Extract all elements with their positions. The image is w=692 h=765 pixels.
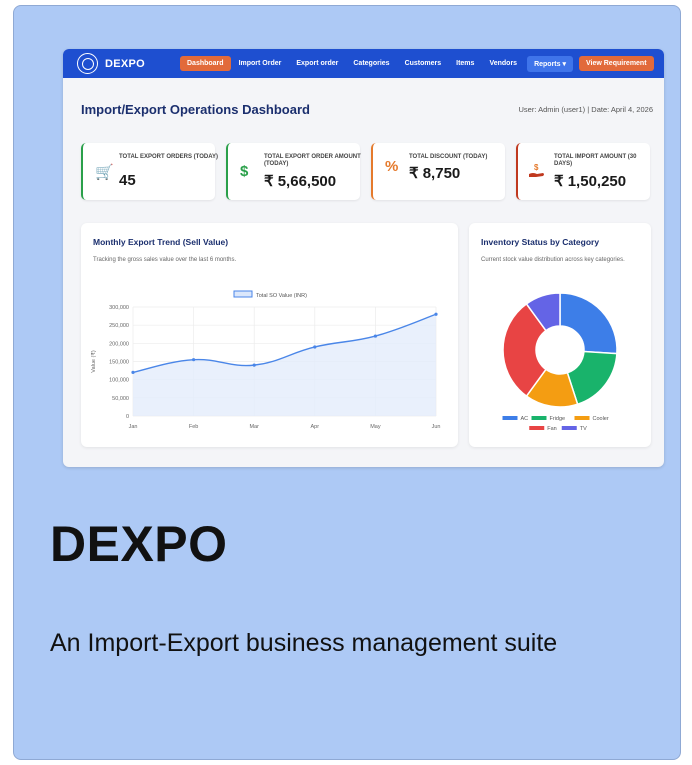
nav-import-order[interactable]: Import Order [232, 56, 289, 71]
kpi-label: TOTAL EXPORT ORDER AMOUNT (TODAY) [264, 154, 361, 167]
chevron-down-icon: ▾ [562, 60, 566, 68]
reports-label: Reports [534, 60, 561, 68]
x-tick-label: Jan [129, 424, 138, 430]
legend-swatch [529, 426, 545, 430]
project-subtitle: An Import-Export business management sui… [50, 629, 558, 657]
dollar-icon: $ [240, 163, 249, 180]
legend-label: Cooler [593, 416, 609, 422]
y-tick-label: 300,000 [109, 305, 129, 311]
percent-icon: % [385, 158, 399, 175]
y-tick-label: 150,000 [109, 360, 129, 366]
legend-label: Total SO Value (INR) [256, 293, 307, 299]
nav-items[interactable]: Items [449, 56, 481, 71]
nav-customers[interactable]: Customers [398, 56, 449, 71]
nav-vendors[interactable]: Vendors [482, 56, 524, 71]
x-tick-label: Jun [432, 424, 441, 430]
kpi-label: TOTAL IMPORT AMOUNT (30 DAYS) [554, 154, 637, 167]
x-tick-label: Apr [311, 424, 320, 430]
globe-logo-icon [77, 53, 98, 74]
legend-label: AC [521, 416, 529, 422]
y-tick-label: 50,000 [112, 396, 129, 402]
legend-swatch [561, 426, 577, 430]
kpi-label: TOTAL EXPORT ORDERS (TODAY) [119, 154, 219, 160]
line-chart: Total SO Value (INR) 0 50,000 100,000 150,00… [90, 290, 441, 430]
data-point [192, 358, 196, 362]
legend-swatch [574, 416, 590, 420]
kpi-card-export-amount: $ TOTAL EXPORT ORDER AMOUNT (TODAY) ₹ 5,… [226, 143, 361, 200]
monthly-export-trend-panel: Monthly Export Trend (Sell Value) Tracki… [81, 223, 458, 447]
y-tick-label: 100,000 [109, 378, 129, 384]
panel-title: Monthly Export Trend (Sell Value) [93, 237, 229, 247]
hand-dollar-icon: $ [529, 163, 544, 177]
legend-swatch [502, 416, 518, 420]
y-tick-label: 250,000 [109, 323, 129, 329]
x-tick-label: Mar [249, 424, 259, 430]
data-point [434, 312, 438, 316]
inventory-status-panel: Inventory Status by Category Current sto… [469, 223, 651, 447]
data-point [131, 370, 135, 374]
kpi-value: ₹ 1,50,250 [554, 173, 627, 190]
legend-label: Fan [547, 426, 556, 432]
y-tick-label: 0 [126, 414, 129, 420]
data-point [252, 363, 256, 367]
series-area [133, 314, 436, 416]
page-title: Import/Export Operations Dashboard [81, 102, 310, 117]
kpi-value: 45 [119, 172, 136, 189]
panel-subtitle: Tracking the gross sales value over the … [93, 257, 237, 263]
kpi-card-import-amount: $ TOTAL IMPORT AMOUNT (30 DAYS) ₹ 1,50,2… [516, 143, 650, 200]
nav-dashboard[interactable]: Dashboard [180, 56, 231, 71]
legend-swatch [233, 290, 253, 298]
user-info: User: Admin (user1) | Date: April 4, 202… [518, 105, 653, 114]
legend-label: TV [580, 426, 587, 432]
pie-slice-ac [559, 292, 618, 355]
kpi-value: ₹ 8,750 [409, 165, 461, 182]
legend-label: Fridge [550, 416, 566, 422]
dashboard-screenshot: DEXPO Dashboard Import Order Export orde… [63, 49, 664, 467]
x-tick-label: May [370, 424, 381, 430]
project-title: DEXPO [50, 516, 228, 572]
kpi-card-export-orders: 🛒 TOTAL EXPORT ORDERS (TODAY) 45 [81, 143, 218, 200]
legend-swatch [531, 416, 547, 420]
cart-icon: 🛒 [95, 164, 114, 181]
navbar: DEXPO Dashboard Import Order Export orde… [63, 49, 664, 78]
panel-subtitle: Current stock value distribution across … [481, 257, 625, 263]
brand-name: DEXPO [105, 57, 146, 70]
brand[interactable]: DEXPO [77, 53, 167, 74]
view-requirement-button[interactable]: View Requirement [578, 56, 654, 71]
data-point [313, 345, 317, 349]
y-tick-label: 200,000 [109, 341, 129, 347]
y-axis-label: Value (₹) [90, 350, 97, 373]
project-card[interactable]: DEXPO Dashboard Import Order Export orde… [13, 5, 681, 760]
donut-chart: AC Fridge Cooler Fan TV [502, 292, 618, 432]
nav-reports-dropdown[interactable]: Reports ▾ [527, 55, 573, 72]
svg-text:$: $ [534, 163, 539, 172]
kpi-label: TOTAL DISCOUNT (TODAY) [409, 154, 488, 160]
panel-title: Inventory Status by Category [481, 237, 600, 247]
nav-export-order[interactable]: Export order [289, 56, 345, 71]
kpi-card-discount: % TOTAL DISCOUNT (TODAY) ₹ 8,750 [371, 143, 505, 200]
nav-categories[interactable]: Categories [346, 56, 396, 71]
kpi-value: ₹ 5,66,500 [264, 173, 337, 190]
data-point [373, 334, 377, 338]
x-tick-label: Feb [189, 424, 198, 430]
